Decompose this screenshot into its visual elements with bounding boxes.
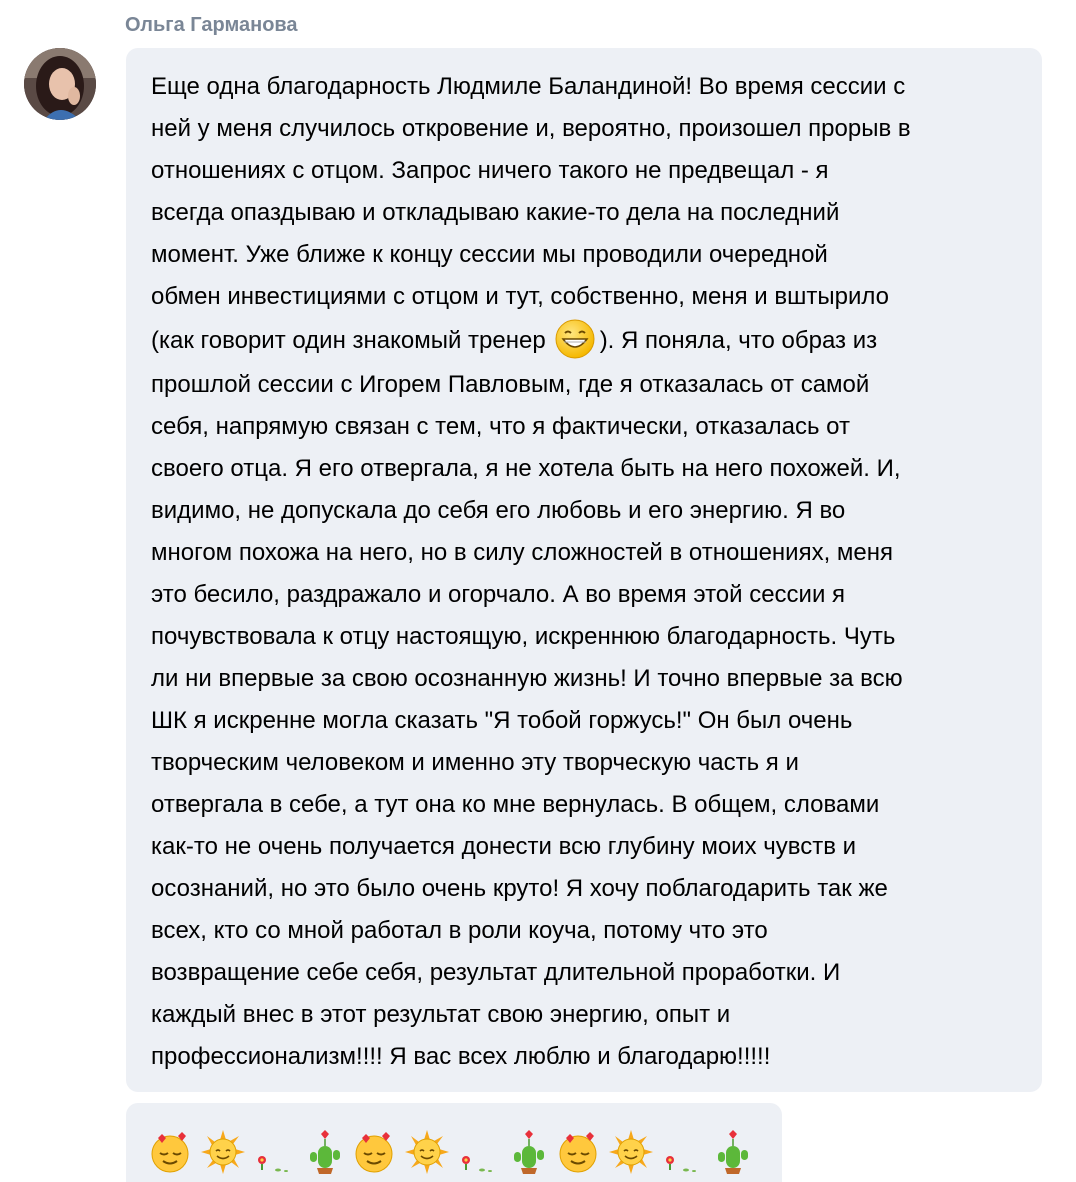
message-line: (как говорит один знакомый тренер ). Я по… <box>151 318 1022 364</box>
message-line: отвергала в себе, а тут она ко мне верну… <box>151 791 880 818</box>
message-line: творческим человеком и именно эту творче… <box>151 749 799 776</box>
message-line: себя, напрямую связан с тем, что я факти… <box>151 413 850 440</box>
message-line: возвращение себе себя, результат длитель… <box>151 959 841 986</box>
message-line: момент. Уже ближе к концу сессии мы пров… <box>151 241 828 268</box>
message-line: как-то не очень получается донести всю г… <box>151 833 857 860</box>
sticker-bubble <box>126 1103 782 1182</box>
message-line: это бесило, раздражало и огорчало. А во … <box>151 581 846 608</box>
message-line: прошлой сессии с Игорем Павловым, где я … <box>151 371 870 398</box>
in-love-smiley-icon[interactable] <box>556 1128 607 1176</box>
message-line: видимо, не допускала до себя его любовь … <box>151 497 846 524</box>
grin-emoji-icon <box>554 318 596 360</box>
in-love-smiley-icon[interactable] <box>148 1128 199 1176</box>
sun-smiley-icon[interactable] <box>607 1128 658 1176</box>
message-line: всех, кто со мной работал в роли коуча, … <box>151 917 768 944</box>
message-line-part: ). Я поняла, что образ из <box>599 327 878 354</box>
sun-smiley-icon[interactable] <box>199 1128 250 1176</box>
message-line: отношениях с отцом. Запрос ничего такого… <box>151 157 829 184</box>
message-line: обмен инвестициями с отцом и тут, собств… <box>151 283 889 310</box>
message-line: Еще одна благодарность Людмиле Баландино… <box>151 73 906 100</box>
cactus-with-heart-icon[interactable] <box>709 1128 760 1176</box>
flower-sprout-icon[interactable] <box>454 1128 505 1176</box>
message-line: многом похожа на него, но в силу сложнос… <box>151 539 894 566</box>
message-line-part: (как говорит один знакомый тренер <box>151 327 546 354</box>
message-line: всегда опаздываю и откладываю какие-то д… <box>151 199 840 226</box>
message-line: профессионализм!!!! Я вас всех люблю и б… <box>151 1043 771 1070</box>
message-line: ШК я искренне могла сказать "Я тобой гор… <box>151 707 853 734</box>
message-line: ней у меня случилось откровение и, вероя… <box>151 115 911 142</box>
message-line: своего отца. Я его отвергала, я не хотел… <box>151 455 901 482</box>
message-line: каждый внес в этот результат свою энерги… <box>151 1001 731 1028</box>
cactus-with-heart-icon[interactable] <box>505 1128 556 1176</box>
in-love-smiley-icon[interactable] <box>352 1128 403 1176</box>
message-line: ли ни впервые за свою осознанную жизнь! … <box>151 665 903 692</box>
message-line: почувствовала к отцу настоящую, искренню… <box>151 623 896 650</box>
message-bubble: Еще одна благодарность Людмиле Баландино… <box>126 48 1042 1092</box>
author-name[interactable]: Ольга Гарманова <box>125 13 298 37</box>
sun-smiley-icon[interactable] <box>403 1128 454 1176</box>
cactus-with-heart-icon[interactable] <box>301 1128 352 1176</box>
message-line: осознаний, но это было очень круто! Я хо… <box>151 875 888 902</box>
message-text: Еще одна благодарность Людмиле Баландино… <box>151 66 1022 1078</box>
flower-sprout-icon[interactable] <box>250 1128 301 1176</box>
avatar[interactable] <box>24 48 96 120</box>
flower-sprout-icon[interactable] <box>658 1128 709 1176</box>
